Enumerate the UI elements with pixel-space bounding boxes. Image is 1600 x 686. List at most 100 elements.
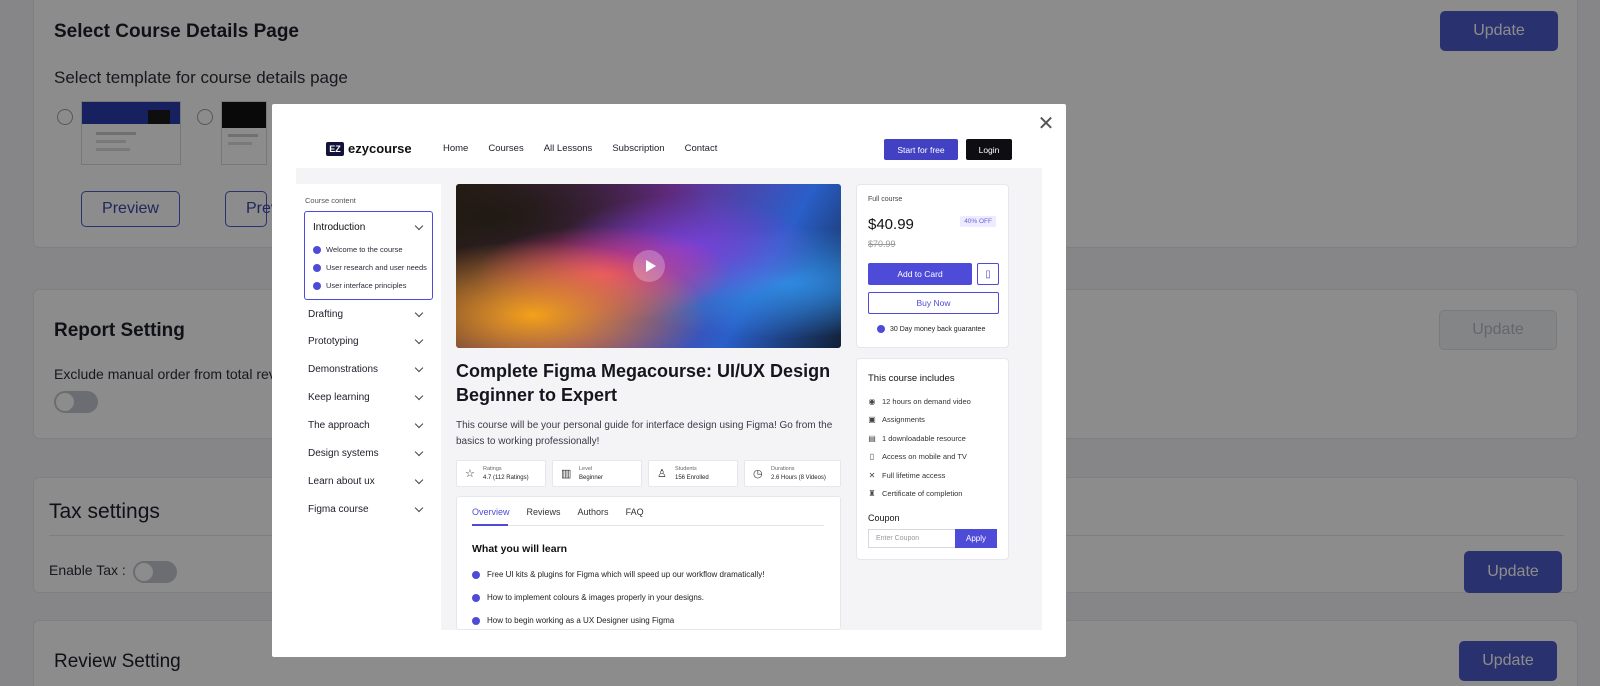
section-label: The approach — [308, 420, 370, 431]
section-label: Prototyping — [308, 336, 359, 347]
video-icon: ◉ — [868, 397, 876, 406]
guarantee-text: 30 Day money back guarantee — [890, 325, 986, 333]
preview-logo: EZ ezycourse — [326, 141, 412, 156]
discount-badge: 40% OFF — [960, 216, 996, 227]
nav-home: Home — [443, 143, 469, 154]
chevron-down-icon — [414, 419, 424, 429]
preview-nav-links: Home Courses All Lessons Subscription Co… — [443, 143, 717, 154]
check-circle-icon — [472, 593, 480, 602]
section-label: Design systems — [308, 448, 379, 459]
stat-ratings: ☆ Ratings 4.7 (112 Ratings) — [456, 460, 546, 487]
section-label: Drafting — [308, 309, 344, 320]
sidebar-section: Drafting — [308, 308, 428, 320]
bar-chart-icon: ▥ — [561, 468, 572, 480]
coupon-label: Coupon — [868, 513, 900, 523]
section-label: Demonstrations — [308, 364, 379, 375]
sidebar-sub-item: User interface principles — [313, 281, 406, 290]
nav-courses: Courses — [488, 143, 524, 154]
tab-divider — [472, 525, 824, 526]
template-preview-modal: ✕ EZ ezycourse Home Courses All Lessons … — [272, 104, 1066, 657]
include-item: ✕ Full lifetime access — [868, 471, 946, 480]
sidebar-section: Keep learning — [308, 391, 428, 403]
includes-card: This course includes ◉ 12 hours on demand… — [856, 358, 1009, 560]
assignment-icon: ▣ — [868, 415, 876, 424]
learn-item-text: How to implement colours & images proper… — [487, 593, 704, 602]
tab-authors: Authors — [577, 507, 609, 517]
check-circle-icon — [472, 570, 480, 579]
check-circle-icon — [313, 245, 321, 254]
stat-label: Students — [675, 466, 697, 472]
chevron-down-icon — [414, 475, 424, 485]
stat-label: Durations — [771, 466, 795, 472]
course-content-heading: Course content — [305, 196, 356, 205]
include-item: ♜ Certificate of completion — [868, 489, 962, 498]
old-price: $70.99 — [868, 239, 896, 249]
play-icon — [633, 250, 665, 282]
learn-item: Free UI kits & plugins for Figma which w… — [472, 570, 764, 579]
learn-item-text: Free UI kits & plugins for Figma which w… — [487, 570, 765, 579]
sidebar-section: Learn about ux — [308, 475, 428, 487]
sidebar-section: Demonstrations — [308, 363, 428, 375]
stat-level: ▥ Level Beginner — [552, 460, 642, 487]
apply-coupon-button: Apply — [955, 529, 997, 548]
section-label: Keep learning — [308, 392, 370, 403]
course-content-sidebar: Course content Introduction Welcome to t… — [296, 184, 441, 630]
logo-text: ezycourse — [348, 141, 412, 156]
sub-item-label: User interface principles — [326, 281, 407, 290]
learn-item: How to implement colours & images proper… — [472, 593, 704, 602]
chevron-down-icon — [414, 391, 424, 401]
template-preview-image: EZ ezycourse Home Courses All Lessons Su… — [296, 130, 1042, 630]
tab-overview: Overview — [472, 507, 510, 517]
tab-reviews: Reviews — [526, 507, 561, 517]
user-icon: ♙ — [657, 468, 667, 480]
learn-item-text: How to begin working as a UX Designer us… — [487, 616, 675, 625]
pricing-card: Full course $40.99 40% OFF $70.99 Add to… — [856, 184, 1009, 348]
start-free-button: Start for free — [884, 139, 958, 160]
stat-value: 156 Enrolled — [675, 475, 709, 481]
stat-value: 2.6 Hours (8 Videos) — [771, 475, 826, 481]
login-button: Login — [966, 139, 1012, 160]
stat-students: ♙ Students 156 Enrolled — [648, 460, 738, 487]
include-item: ◉ 12 hours on demand video — [868, 397, 971, 406]
sidebar-section: The approach — [308, 419, 428, 431]
include-text: 1 downloadable resource — [882, 434, 966, 443]
sidebar-sub-item: User research and user needs — [313, 263, 427, 272]
include-text: Access on mobile and TV — [882, 452, 967, 461]
sidebar-section: Figma course — [308, 503, 428, 515]
active-tab-underline — [472, 524, 508, 526]
chevron-down-icon — [414, 447, 424, 457]
include-text: Assignments — [882, 415, 925, 424]
stat-label: Level — [579, 466, 593, 472]
check-circle-icon — [313, 263, 321, 272]
stat-value: 4.7 (112 Ratings) — [483, 475, 529, 481]
chevron-down-icon — [414, 503, 424, 513]
sidebar-open-title: Introduction — [313, 222, 366, 233]
course-description: This course will be your personal guide … — [456, 420, 833, 447]
nav-subscription: Subscription — [612, 143, 665, 154]
nav-contact: Contact — [684, 143, 718, 154]
sidebar-sub-item: Welcome to the course — [313, 245, 403, 254]
sidebar-section-open: Introduction Welcome to the course User … — [304, 211, 433, 300]
file-icon: ▤ — [868, 434, 876, 443]
logo-mark: EZ — [326, 141, 344, 156]
learn-item: How to begin working as a UX Designer us… — [472, 616, 674, 625]
bookmark-icon: ▯ — [977, 263, 999, 285]
include-item: ▤ 1 downloadable resource — [868, 434, 966, 443]
sidebar-section: Prototyping — [308, 335, 428, 347]
pricing-label: Full course — [868, 196, 903, 203]
infinity-icon: ✕ — [868, 471, 876, 480]
coupon-input: Enter Coupon — [868, 529, 955, 548]
mobile-icon: ▯ — [869, 452, 875, 461]
chevron-down-icon — [414, 335, 424, 345]
preview-navbar: EZ ezycourse Home Courses All Lessons Su… — [296, 130, 1042, 168]
include-item: ▯ Access on mobile and TV — [868, 452, 967, 461]
stat-value: Beginner — [579, 475, 604, 481]
chevron-down-icon — [414, 221, 424, 231]
section-label: Learn about ux — [308, 476, 375, 487]
check-circle-icon — [877, 325, 885, 333]
add-to-card-button: Add to Card — [868, 263, 972, 285]
clock-icon: ◷ — [753, 468, 763, 480]
include-text: Certificate of completion — [882, 489, 963, 498]
guarantee: 30 Day money back guarantee — [877, 325, 985, 333]
price: $40.99 — [868, 216, 914, 233]
